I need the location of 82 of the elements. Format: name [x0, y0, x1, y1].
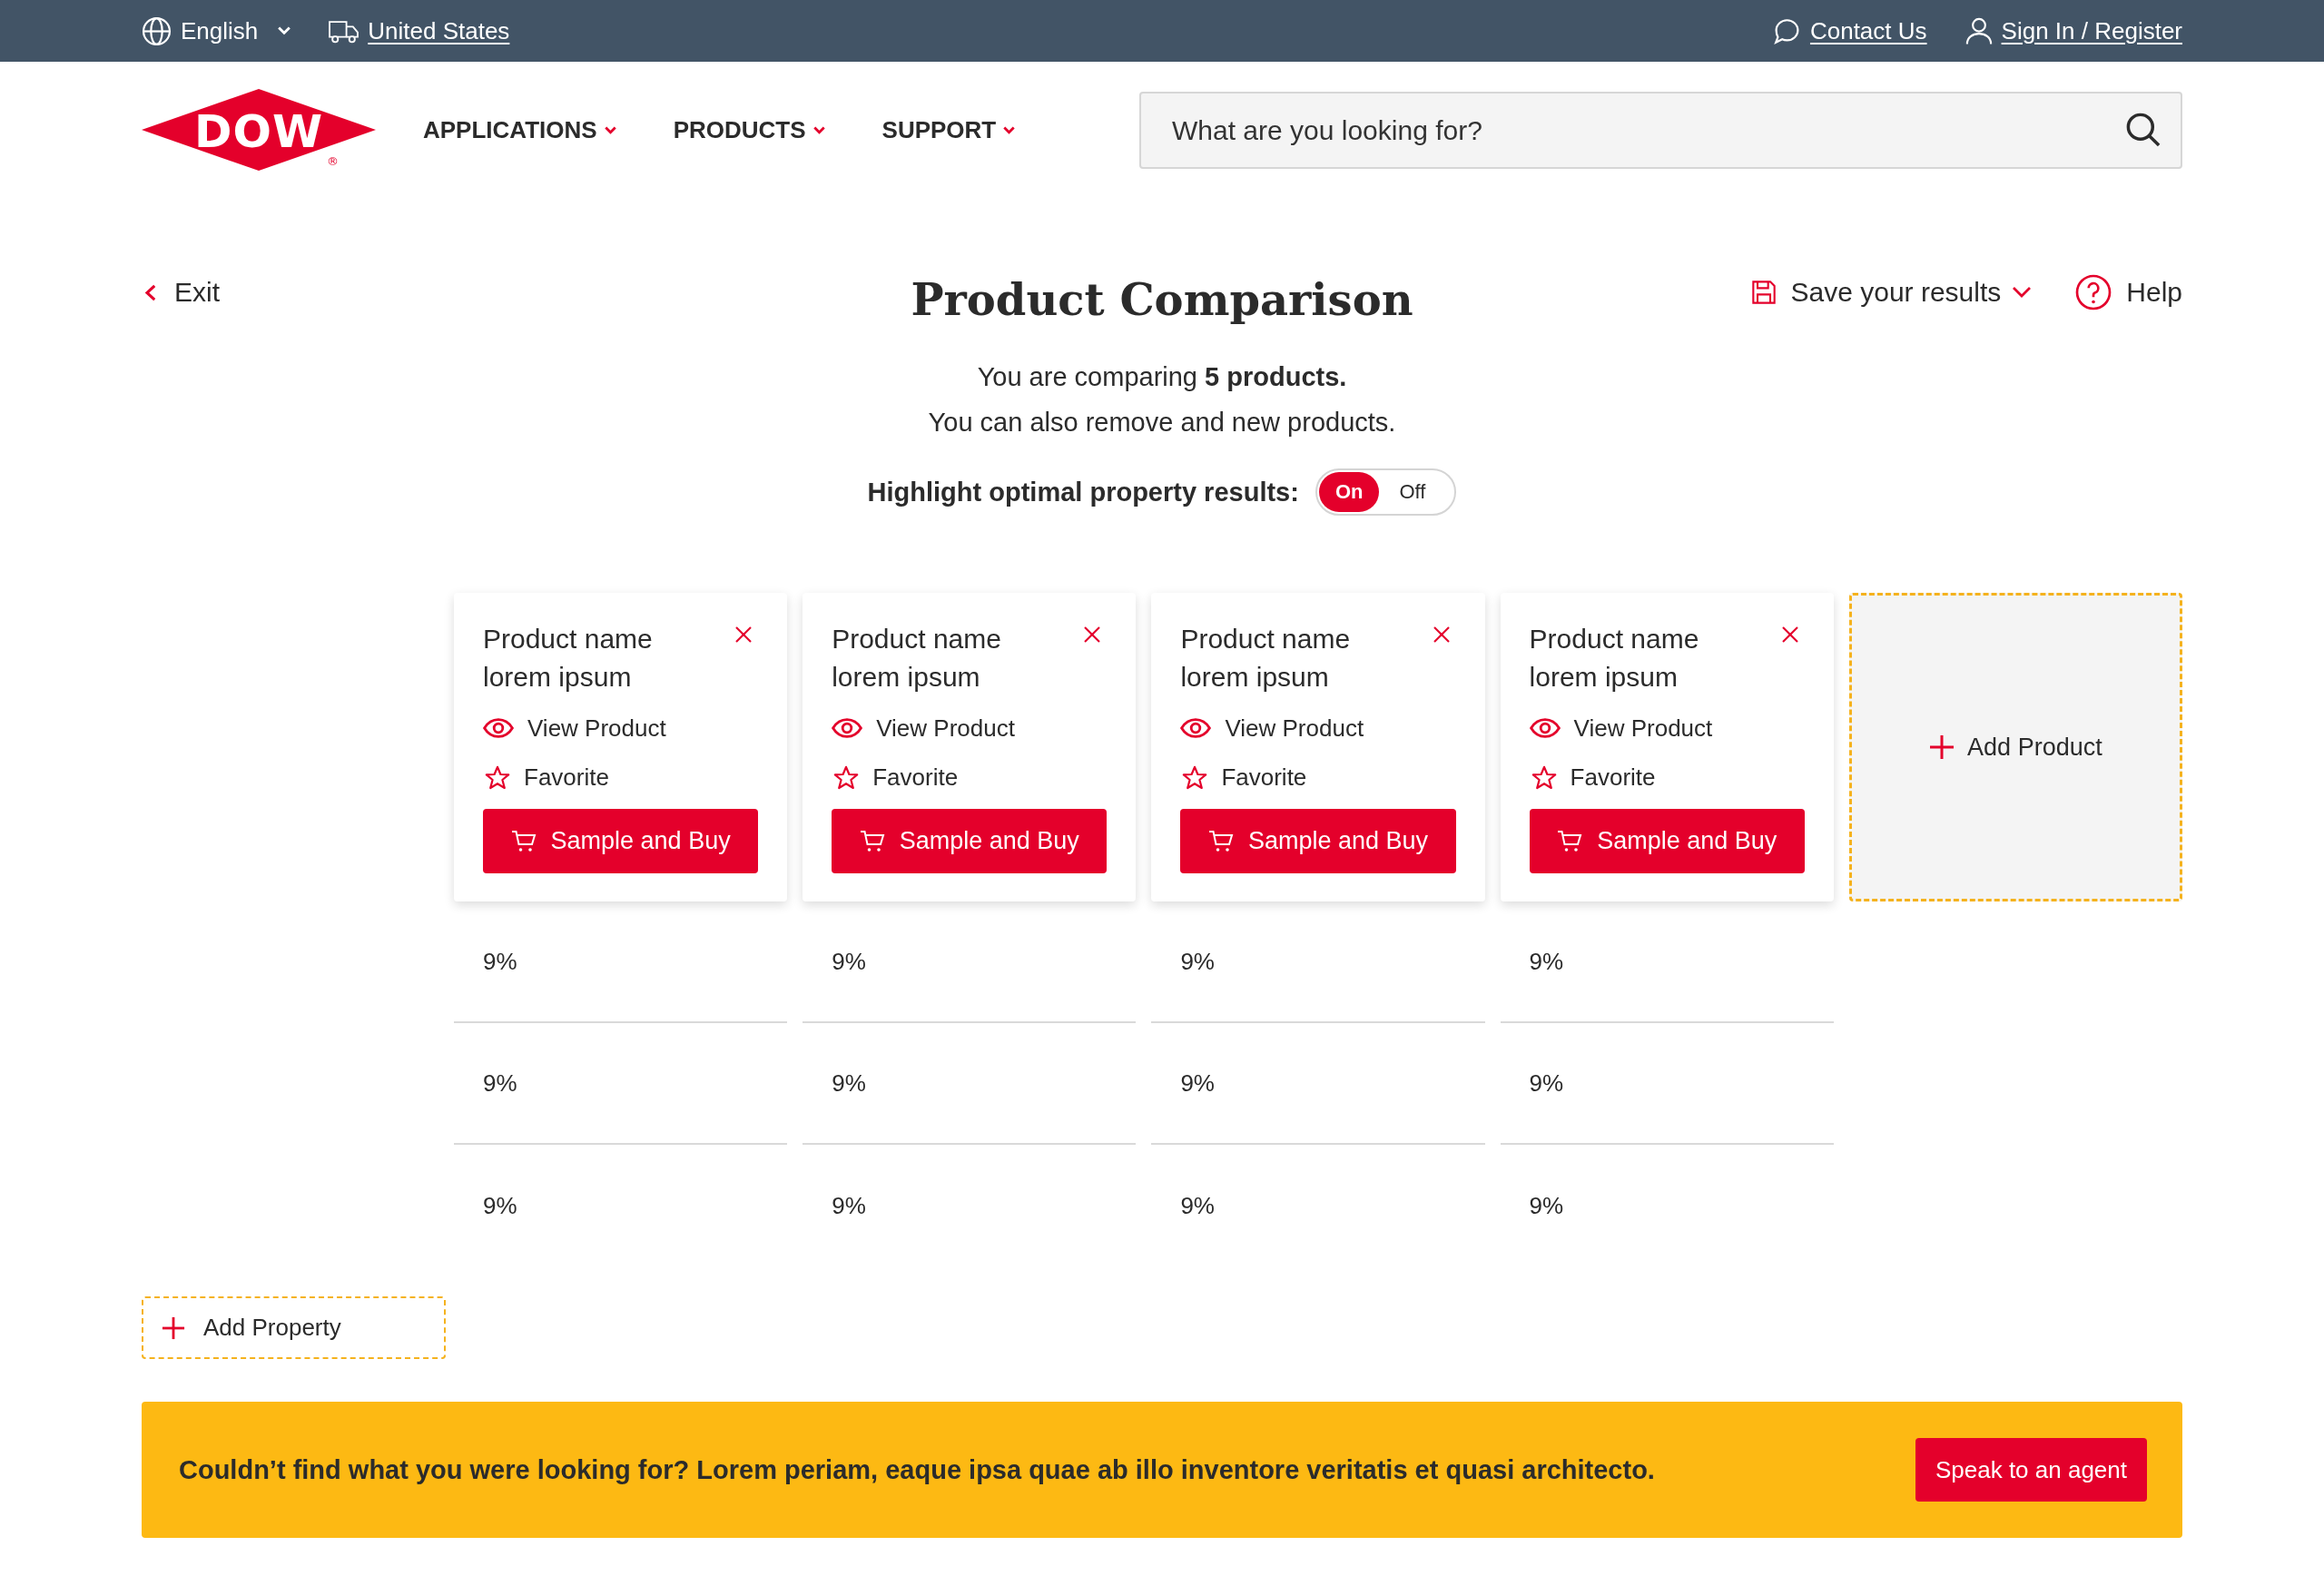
- star-icon: [833, 764, 860, 790]
- search-field[interactable]: What are you looking for?: [1139, 92, 2182, 169]
- star-icon: [1182, 764, 1208, 790]
- close-icon[interactable]: [1780, 625, 1799, 644]
- user-icon: [1965, 16, 1993, 45]
- intro-text: You are comparing 5 products.: [976, 361, 1348, 393]
- caret-icon: [1003, 126, 1016, 134]
- cart-icon: [510, 829, 537, 853]
- cart-icon: [1557, 829, 1583, 853]
- sample-and-buy-button[interactable]: Sample and Buy: [1180, 809, 1456, 873]
- save-icon: [1750, 280, 1777, 305]
- product-name: Product name lorem ipsum: [1529, 623, 1700, 694]
- sample-and-buy-button[interactable]: Sample and Buy: [832, 809, 1108, 873]
- add-property-button[interactable]: Add Property: [142, 1296, 446, 1359]
- table-cell-text: 9%: [1528, 1190, 1565, 1221]
- sample-and-buy-button[interactable]: Sample and Buy: [1529, 809, 1805, 873]
- table-cell: 9%: [454, 901, 788, 1023]
- cart-icon: [1207, 829, 1234, 853]
- star-icon: [485, 764, 510, 790]
- table-cell: 9%: [1500, 901, 1834, 1023]
- table-cell-text: 9%: [1179, 1190, 1216, 1221]
- product-name: Product name lorem ipsum: [483, 623, 654, 694]
- table-cell-text: 9%: [482, 1190, 518, 1221]
- table-cell: 9%: [1500, 1023, 1834, 1145]
- view-product-link[interactable]: View Product: [832, 708, 1108, 748]
- table-cell: 9%: [1151, 901, 1485, 1023]
- sample-and-buy-button[interactable]: Sample and Buy: [483, 809, 759, 873]
- table-cell: 9%: [803, 901, 1137, 1023]
- chevron-down-icon: [2012, 286, 2033, 299]
- truck-icon: [329, 18, 359, 44]
- close-icon[interactable]: [734, 625, 753, 644]
- top-link[interactable]: Contact Us: [1772, 16, 1927, 45]
- plus-icon: [162, 1315, 185, 1340]
- table-cell: 9%: [1151, 1023, 1485, 1145]
- eye-icon: [483, 718, 514, 738]
- plus-icon: [1929, 734, 1955, 760]
- product-name: Product name lorem ipsum: [832, 623, 1002, 694]
- language-selector[interactable]: English: [142, 15, 291, 46]
- favorite-button[interactable]: Favorite: [1531, 757, 1656, 797]
- view-product-link[interactable]: View Product: [1180, 708, 1456, 748]
- region-link[interactable]: United States: [329, 16, 510, 45]
- nav-menu-item[interactable]: SUPPORT: [881, 116, 1016, 144]
- toggle-switch[interactable]: On Off: [1315, 468, 1457, 516]
- exit-link[interactable]: Exit: [142, 272, 220, 312]
- top-link[interactable]: Sign In / Register: [1965, 16, 2182, 45]
- favorite-button[interactable]: Favorite: [1182, 757, 1307, 797]
- table-cell-text: 9%: [831, 1190, 867, 1221]
- chat-icon: [1772, 16, 1801, 45]
- page-title: Product Comparison: [911, 273, 1413, 327]
- help-link[interactable]: Help: [2075, 274, 2182, 310]
- cart-icon: [859, 829, 885, 853]
- speak-to-agent-button[interactable]: Speak to an agent: [1915, 1438, 2147, 1502]
- banner-text: Couldn’t find what you were looking for? Lorem periam, eaque ipsa quae ab illo inventore veritatis et quasi architecto.: [179, 1454, 1655, 1485]
- help-icon: [2075, 274, 2112, 310]
- view-product-link[interactable]: View Product: [483, 708, 759, 748]
- eye-icon: [1180, 718, 1212, 738]
- add-product-button[interactable]: Add Product: [1848, 593, 2182, 901]
- close-icon[interactable]: [1083, 625, 1102, 644]
- favorite-button[interactable]: Favorite: [833, 757, 959, 797]
- caret-icon: [604, 126, 616, 134]
- table-cell: 9%: [454, 1023, 788, 1145]
- toggle-option[interactable]: Off: [1383, 472, 1443, 512]
- table-cell: 9%: [803, 1023, 1137, 1145]
- product-name: Product name lorem ipsum: [1180, 623, 1352, 694]
- intro-text: You can also remove and new products.: [927, 407, 1397, 438]
- star-icon: [1531, 764, 1557, 790]
- save-results-dropdown[interactable]: Save your results: [1750, 277, 2033, 308]
- nav-menu-item[interactable]: APPLICATIONS: [423, 116, 616, 144]
- toggle-option[interactable]: On: [1318, 472, 1380, 512]
- highlight-label: Highlight optimal property results:: [867, 477, 1299, 507]
- logo[interactable]: DOW ®: [142, 88, 376, 172]
- search-icon[interactable]: [2126, 113, 2161, 147]
- eye-icon: [1529, 718, 1561, 738]
- close-icon[interactable]: [1432, 625, 1451, 644]
- eye-icon: [832, 718, 863, 738]
- view-product-link[interactable]: View Product: [1529, 708, 1805, 748]
- caret-icon: [278, 26, 291, 35]
- caret-icon: [812, 126, 825, 134]
- nav-menu-item[interactable]: PRODUCTS: [673, 116, 825, 144]
- globe-icon: [142, 15, 172, 46]
- favorite-button[interactable]: Favorite: [485, 757, 609, 797]
- chevron-left-icon: [144, 283, 156, 301]
